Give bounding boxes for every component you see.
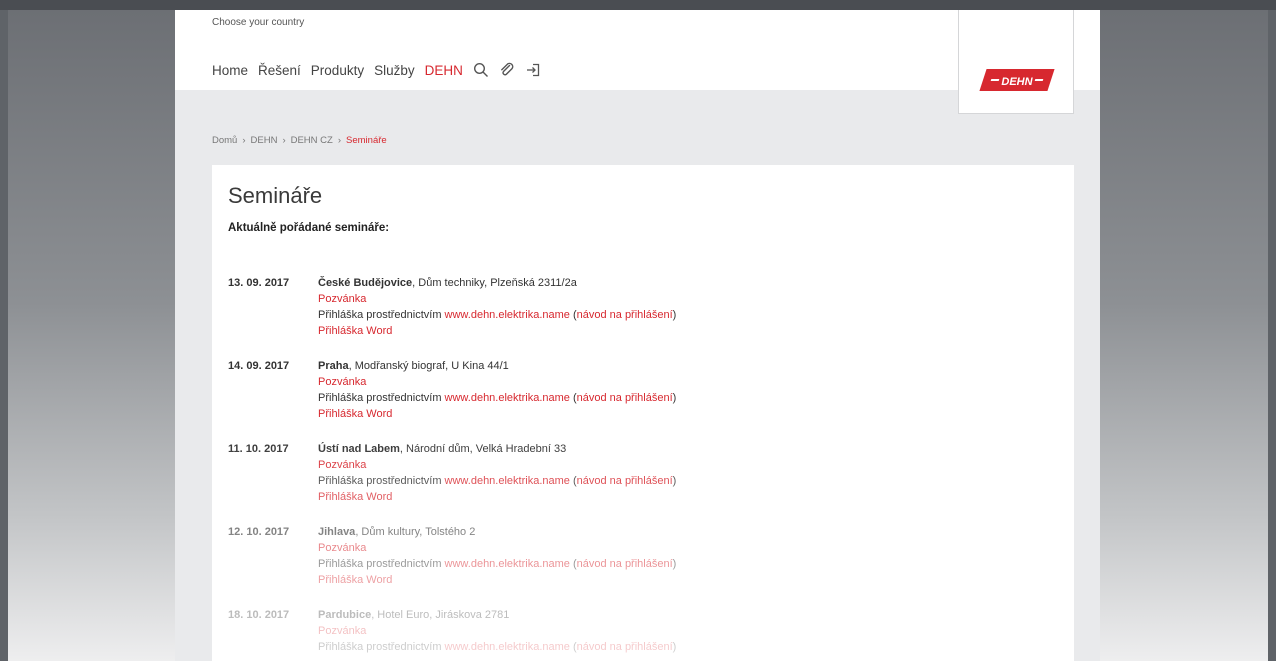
choose-country-link[interactable]: Choose your country xyxy=(212,17,304,28)
word-form-link[interactable]: Přihláška Word xyxy=(318,489,878,505)
seminar-city: Praha xyxy=(318,360,349,372)
login-icon[interactable] xyxy=(525,62,541,78)
guide-link[interactable]: návod na přihlášení xyxy=(577,475,673,487)
breadcrumb-current: Semináře xyxy=(346,135,387,146)
top-bar xyxy=(0,0,1276,10)
paren-close: ) xyxy=(672,558,677,570)
registration-link[interactable]: www.dehn.elektrika.name xyxy=(445,309,570,321)
nav-sluzby[interactable]: Služby xyxy=(374,63,415,78)
invitation-link[interactable]: Pozvánka xyxy=(318,623,878,639)
registration-text: Přihláška prostřednictvím xyxy=(318,475,445,487)
registration-link[interactable]: www.dehn.elektrika.name xyxy=(445,641,570,653)
paren-open: ( xyxy=(569,641,577,653)
seminar-city: České Budějovice xyxy=(318,277,413,289)
word-form-link[interactable]: Přihláška Word xyxy=(318,323,878,339)
paren-open: ( xyxy=(569,392,577,404)
chevron-right-icon: › xyxy=(242,135,246,146)
web-page: Choose your country Home Řešení Produkty… xyxy=(175,10,1100,661)
seminar-place: , Národní dům, Velká Hradební 33 xyxy=(399,443,567,455)
paperclip-icon[interactable] xyxy=(499,62,515,78)
paren-open: ( xyxy=(569,558,577,570)
paren-close: ) xyxy=(672,641,677,653)
chevron-right-icon: › xyxy=(282,135,286,146)
content-panel: Semináře Aktuálně pořádané semináře: 13.… xyxy=(212,165,1074,661)
seminar-details: Jihlava, Dům kultury, Tolstého 2 Pozvánk… xyxy=(318,524,878,588)
chevron-right-icon: › xyxy=(337,135,342,146)
seminar-place: , Hotel Euro, Jiráskova 2781 xyxy=(371,609,510,621)
seminar-date: 18. 10. 2017 xyxy=(228,609,290,621)
breadcrumb: Domů › DEHN › DEHN CZ › Semináře xyxy=(212,135,387,146)
guide-link[interactable]: návod na přihlášení xyxy=(577,641,673,653)
dehn-logo[interactable]: DEHN xyxy=(958,10,1074,114)
nav-reseni[interactable]: Řešení xyxy=(258,63,301,78)
paren-open: ( xyxy=(569,475,577,487)
nav-dehn[interactable]: DEHN xyxy=(425,63,463,78)
page-title: Semináře xyxy=(228,183,323,208)
main-nav: Home Řešení Produkty Služby DEHN xyxy=(212,62,541,78)
invitation-link[interactable]: Pozvánka xyxy=(318,457,878,473)
seminar-place: , Dům techniky, Plzeňská 2311/2a xyxy=(412,277,577,289)
registration-text: Přihláška prostřednictvím xyxy=(318,309,445,321)
guide-link[interactable]: návod na přihlášení xyxy=(577,558,673,570)
breadcrumb-home[interactable]: Domů xyxy=(212,135,237,146)
seminar-date: 11. 10. 2017 xyxy=(228,443,289,455)
invitation-link[interactable]: Pozvánka xyxy=(318,374,878,390)
seminar-place: , Modřanský biograf, U Kina 44/1 xyxy=(348,360,509,372)
seminar-details: Pardubice, Hotel Euro, Jiráskova 2781 Po… xyxy=(318,607,878,655)
invitation-link[interactable]: Pozvánka xyxy=(318,540,878,556)
invitation-link[interactable]: Pozvánka xyxy=(318,291,878,307)
registration-text: Přihláška prostřednictvím xyxy=(318,641,445,653)
seminar-city: Pardubice xyxy=(318,609,372,621)
breadcrumb-dehn-cz[interactable]: DEHN CZ xyxy=(291,135,333,146)
paren-open: ( xyxy=(569,309,577,321)
guide-link[interactable]: návod na přihlášení xyxy=(577,309,673,321)
seminar-city: Jihlava xyxy=(318,526,356,538)
seminar-date: 12. 10. 2017 xyxy=(228,526,290,538)
seminar-city: Ústí nad Labem xyxy=(318,443,400,455)
paren-close: ) xyxy=(672,309,677,321)
seminar-date: 14. 09. 2017 xyxy=(228,360,290,372)
breadcrumb-dehn[interactable]: DEHN xyxy=(251,135,278,146)
seminar-place: , Dům kultury, Tolstého 2 xyxy=(355,526,476,538)
registration-link[interactable]: www.dehn.elektrika.name xyxy=(445,475,570,487)
seminar-details: Praha, Modřanský biograf, U Kina 44/1 Po… xyxy=(318,358,878,422)
registration-link[interactable]: www.dehn.elektrika.name xyxy=(445,558,570,570)
registration-text: Přihláška prostřednictvím xyxy=(318,558,445,570)
word-form-link[interactable]: Přihláška Word xyxy=(318,406,878,422)
search-icon[interactable] xyxy=(473,62,489,78)
logo-text: DEHN xyxy=(1001,76,1033,88)
word-form-link[interactable]: Přihláška Word xyxy=(318,572,878,588)
nav-produkty[interactable]: Produkty xyxy=(311,63,364,78)
seminar-details: České Budějovice, Dům techniky, Plzeňská… xyxy=(318,275,878,339)
seminar-details: Ústí nad Labem, Národní dům, Velká Hrade… xyxy=(318,441,878,505)
paren-close: ) xyxy=(672,475,677,487)
registration-text: Přihláška prostřednictvím xyxy=(318,392,445,404)
guide-link[interactable]: návod na přihlášení xyxy=(577,392,673,404)
page-subtitle: Aktuálně pořádané semináře: xyxy=(228,222,390,234)
paren-close: ) xyxy=(672,392,677,404)
nav-home[interactable]: Home xyxy=(212,63,248,78)
seminar-date: 13. 09. 2017 xyxy=(228,277,290,289)
registration-link[interactable]: www.dehn.elektrika.name xyxy=(445,392,570,404)
